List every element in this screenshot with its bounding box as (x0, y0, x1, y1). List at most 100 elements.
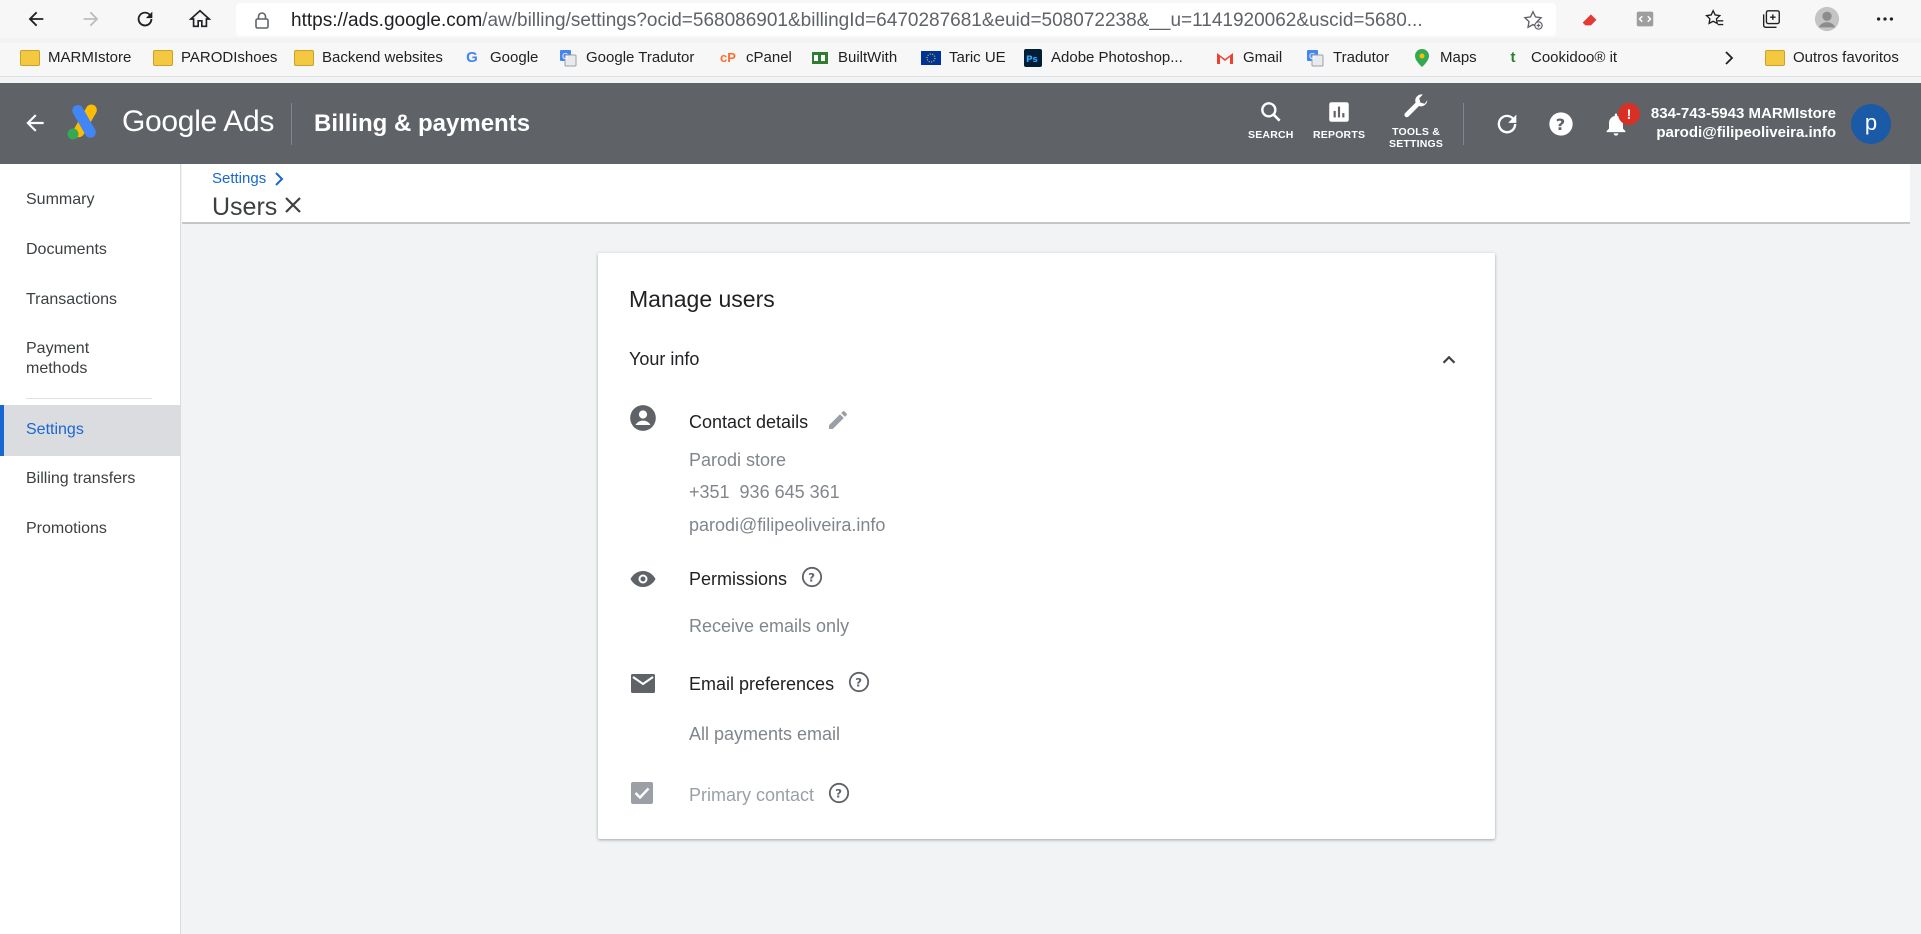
permissions-text: Permissions (689, 569, 788, 589)
sidebar-item-billing-transfers[interactable]: Billing transfers (0, 469, 181, 489)
svg-text:Ps: Ps (1026, 55, 1038, 65)
bookmark-gmail[interactable]: Gmail (1215, 49, 1282, 66)
reports-icon (1329, 102, 1349, 122)
bookmark-maps[interactable]: Maps (1412, 48, 1477, 67)
primary-contact-checkbox[interactable] (630, 781, 654, 810)
sidebar-item-summary[interactable]: Summary (0, 190, 181, 210)
bookmark-cpanel[interactable]: cP cPanel (718, 49, 792, 66)
sidebar-item-transactions[interactable]: Transactions (0, 290, 181, 310)
lock-icon[interactable] (254, 11, 270, 34)
bookmark-google[interactable]: G Google (462, 49, 538, 66)
bookmark-label: Maps (1440, 49, 1477, 66)
page-title: Users (212, 193, 303, 222)
reports-tool-button[interactable]: REPORTS (1313, 99, 1365, 141)
back-arrow-icon[interactable] (22, 110, 48, 141)
bookmark-label: BuiltWith (838, 49, 898, 66)
folder-icon (294, 49, 314, 66)
address-bar[interactable]: https://ads.google.com/aw/billing/settin… (236, 3, 1556, 36)
breadcrumb[interactable]: Settings (212, 170, 286, 187)
svg-text:G: G (562, 52, 568, 61)
search-tool-label: SEARCH (1248, 129, 1294, 141)
contact-email: parodi@filipeoliveira.info (689, 515, 886, 535)
photoshop-icon: Ps (1023, 48, 1043, 67)
svg-text:G: G (1309, 52, 1315, 61)
svg-text:?: ? (1556, 115, 1565, 134)
bookmark-parodishoes[interactable]: PARODIshoes (153, 49, 277, 66)
reload-icon[interactable] (131, 5, 159, 33)
favorites-icon[interactable] (1702, 6, 1728, 32)
contact-name: Parodi store (689, 450, 787, 470)
cookidoo-icon: t (1510, 49, 1516, 66)
bookmark-label: Backend websites (322, 49, 443, 66)
bookmark-label: Tradutor (1333, 49, 1390, 66)
bookmark-label: Taric UE (949, 49, 1006, 66)
bookmark-tradutor[interactable]: G Tradutor (1305, 49, 1389, 66)
profile-icon[interactable] (1814, 6, 1840, 32)
help-circle-icon[interactable]: ? (828, 782, 850, 809)
chevron-up-icon[interactable] (1438, 349, 1460, 376)
builtwith-icon (810, 49, 830, 66)
edit-pencil-icon[interactable] (826, 408, 850, 437)
tools-label-line2: SETTINGS (1389, 138, 1444, 150)
bookmark-label: Cookidoo® it (1531, 49, 1618, 66)
close-icon[interactable] (283, 193, 303, 222)
bookmark-other-favorites[interactable]: Outros favoritos (1765, 49, 1899, 66)
your-info-section-title[interactable]: Your info (629, 349, 699, 370)
forward-icon[interactable] (77, 5, 105, 33)
browser-toolbar: https://ads.google.com/aw/billing/settin… (0, 0, 1921, 38)
url-text[interactable]: https://ads.google.com/aw/billing/settin… (291, 10, 1491, 32)
visibility-eye-icon (629, 567, 657, 596)
bookmark-label: Google Tradutor (586, 49, 695, 66)
back-icon[interactable] (22, 5, 50, 33)
help-circle-icon[interactable]: ? (848, 671, 870, 698)
collections-icon[interactable] (1758, 6, 1784, 32)
contact-details-label: Contact details (689, 408, 850, 437)
eu-flag-icon (921, 49, 941, 66)
sidebar-item-promotions[interactable]: Promotions (0, 519, 181, 539)
bookmarks-overflow-chevron-icon[interactable] (1722, 49, 1736, 67)
svg-text:?: ? (808, 571, 815, 585)
sidebar-item-payment-methods[interactable]: Payment methods (0, 339, 140, 379)
sidebar-item-settings[interactable]: Settings (0, 405, 181, 456)
search-tool-button[interactable]: SEARCH (1248, 99, 1294, 141)
account-info[interactable]: 834-743-5943 MARMIstore parodi@filipeoli… (1651, 104, 1836, 142)
permissions-value: Receive emails only (689, 616, 850, 636)
bookmark-builtwith[interactable]: BuiltWith (810, 49, 897, 66)
add-favorite-icon[interactable] (1522, 9, 1544, 36)
breadcrumb-settings-link[interactable]: Settings (212, 170, 266, 187)
bookmark-google-tradutor[interactable]: G Google Tradutor (558, 49, 694, 66)
bookmark-cookidoo[interactable]: t Cookidoo® it (1503, 49, 1618, 66)
contact-details-text: Contact details (689, 412, 809, 432)
google-ads-logo-icon (65, 104, 105, 145)
sidebar-item-documents[interactable]: Documents (0, 240, 181, 260)
wrench-icon (1404, 94, 1428, 118)
folder-icon (20, 49, 40, 66)
gmail-icon (1215, 49, 1235, 66)
bookmark-marmistore[interactable]: MARMIstore (20, 49, 131, 66)
bookmark-label: cPanel (746, 49, 792, 66)
refresh-icon[interactable] (1493, 110, 1521, 143)
tools-settings-button[interactable]: TOOLS & SETTINGS (1389, 92, 1443, 150)
folder-icon (1765, 49, 1785, 66)
bookmark-taric-ue[interactable]: Taric UE (921, 49, 1006, 66)
bookmark-backend-websites[interactable]: Backend websites (294, 49, 443, 66)
bookmark-label: Google (490, 49, 539, 66)
translate-icon: G (1305, 49, 1325, 66)
bookmark-label: Gmail (1243, 49, 1283, 66)
account-email: parodi@filipeoliveira.info (1656, 124, 1836, 141)
help-circle-icon[interactable]: ? (801, 566, 823, 593)
extension-eraser-icon[interactable] (1577, 6, 1603, 32)
header-divider (291, 103, 292, 145)
extension-code-icon[interactable] (1632, 6, 1658, 32)
bookmark-label: Outros favoritos (1793, 49, 1899, 66)
svg-text:?: ? (835, 787, 842, 801)
bookmark-adobe-photoshop[interactable]: Ps Adobe Photoshop... (1023, 48, 1183, 67)
chevron-right-icon (275, 171, 284, 186)
avatar[interactable]: p (1851, 104, 1891, 144)
more-menu-icon[interactable] (1872, 6, 1898, 32)
page-section-title: Billing & payments (314, 110, 531, 137)
home-icon[interactable] (186, 5, 214, 33)
maps-icon (1412, 48, 1432, 67)
cpanel-icon: cP (720, 50, 736, 65)
help-icon[interactable]: ? (1547, 110, 1575, 143)
